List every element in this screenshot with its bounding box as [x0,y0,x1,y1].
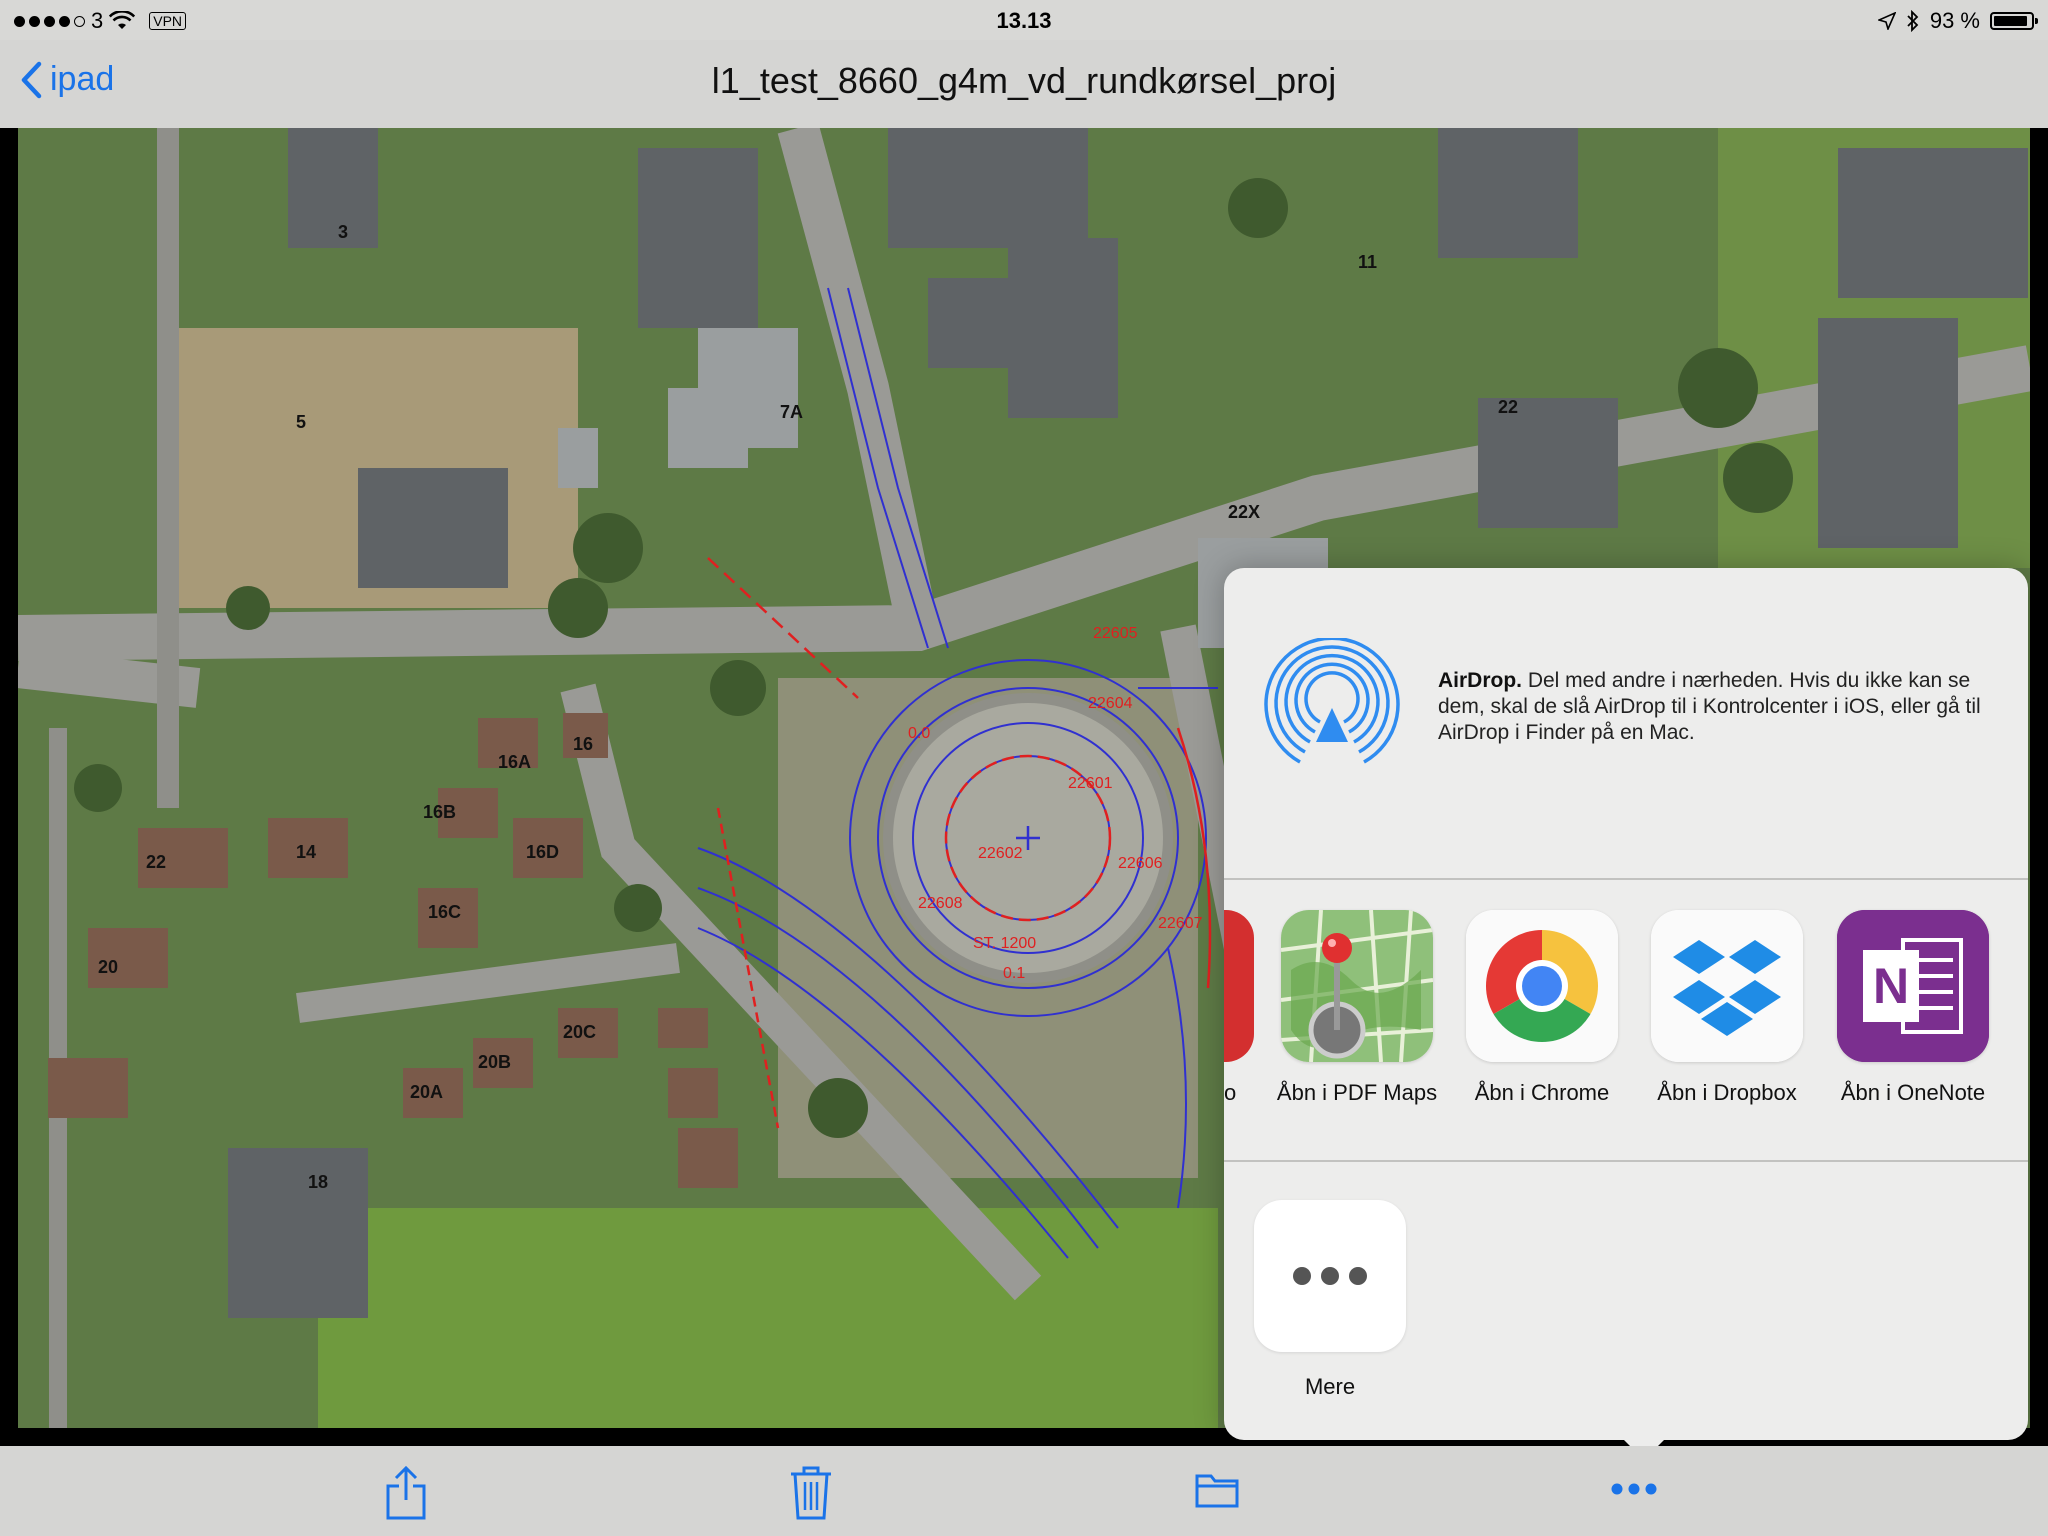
status-right: 93 % [1877,8,2038,34]
map-label: 16 [573,734,593,754]
map-label: 7A [780,402,803,422]
partial-app-label: o [1224,1080,1237,1105]
map-label: 18 [308,1172,328,1192]
open-in-dropbox-button[interactable]: Åbn i Dropbox [1634,910,1820,1106]
dropbox-icon [1651,910,1803,1062]
dropbox-label: Åbn i Dropbox [1657,1080,1797,1105]
airdrop-icon [1264,638,1400,764]
station-label: 22602 [978,845,1023,862]
station-label: 22606 [1118,855,1163,872]
more-icon [1611,1483,1657,1495]
bluetooth-icon [1907,10,1919,32]
station-label: 22605 [1093,625,1138,642]
open-in-pdf-maps-button[interactable]: Åbn i PDF Maps [1264,910,1450,1106]
document-title: l1_test_8660_g4m_vd_rundkørsel_proj [711,60,1337,101]
onenote-icon: N [1837,910,1989,1062]
station-text: 0.1 [1003,965,1025,982]
map-label: 16A [498,752,531,772]
svg-text:N: N [1873,958,1909,1014]
chrome-icon [1466,910,1618,1062]
map-label: 16D [526,842,559,862]
station-text: ST. 1200 [973,935,1036,952]
map-label: 3 [338,222,348,242]
station-label: 22608 [918,895,963,912]
chrome-label: Åbn i Chrome [1474,1080,1610,1105]
map-label: 16B [423,802,456,822]
station-label: 22604 [1088,695,1133,712]
open-in-chrome-button[interactable]: Åbn i Chrome [1449,910,1635,1106]
map-label: 14 [296,842,316,862]
more-button[interactable]: Mere [1254,1200,1406,1400]
bottom-toolbar [0,1446,2048,1536]
map-label: 20B [478,1052,511,1072]
trash-icon [791,1466,831,1520]
move-to-folder-button[interactable] [1195,1472,1239,1513]
app-activities-row: o Åbn i PDF Maps Åbn i Chrome Åbn i Drop… [1224,880,2028,1160]
status-bar: 3 VPN 13.13 93 % [0,0,2048,40]
share-sheet-popover: AirDrop. Del med andre i nærheden. Hvis … [1224,568,2028,1440]
battery-percent: 93 % [1929,8,1980,33]
partial-app-tile[interactable] [1224,910,1254,1062]
pdf-maps-label: Åbn i PDF Maps [1276,1080,1438,1105]
onenote-label: Åbn i OneNote [1840,1080,1986,1105]
station-text: 0.0 [908,725,930,742]
more-actions-button[interactable] [1610,1482,1658,1501]
map-label: 22 [146,852,166,872]
more-label: Mere [1304,1374,1356,1399]
map-label: 22X [1228,502,1260,522]
navigation-bar: ipad l1_test_8660_g4m_vd_rundkørsel_proj [0,40,2048,128]
airdrop-section[interactable]: AirDrop. Del med andre i nærheden. Hvis … [1224,568,2028,878]
delete-button[interactable] [789,1464,833,1525]
station-label: 22601 [1068,775,1113,792]
battery-fill [1994,16,2028,26]
airdrop-description: AirDrop. Del med andre i nærheden. Hvis … [1438,668,1998,746]
share-button[interactable] [384,1464,428,1525]
map-label: 11 [1358,252,1377,272]
more-dots-icon [1254,1200,1406,1352]
map-label: 20 [98,957,118,977]
station-label: 22607 [1158,915,1203,932]
pdf-maps-icon [1281,910,1433,1062]
map-label: 20A [410,1082,443,1102]
map-label: 20C [563,1022,596,1042]
folder-icon [1195,1474,1239,1508]
section-divider [1224,1160,2028,1162]
map-label: 5 [296,412,306,432]
map-label: 16C [428,902,461,922]
battery-icon [1990,12,2038,30]
status-time: 13.13 [996,8,1052,33]
location-arrow-icon [1877,12,1896,30]
airdrop-title: AirDrop. [1438,669,1522,692]
map-label: 22 [1498,397,1518,417]
share-icon [386,1465,426,1520]
open-in-onenote-button[interactable]: N Åbn i OneNote [1820,910,2006,1106]
